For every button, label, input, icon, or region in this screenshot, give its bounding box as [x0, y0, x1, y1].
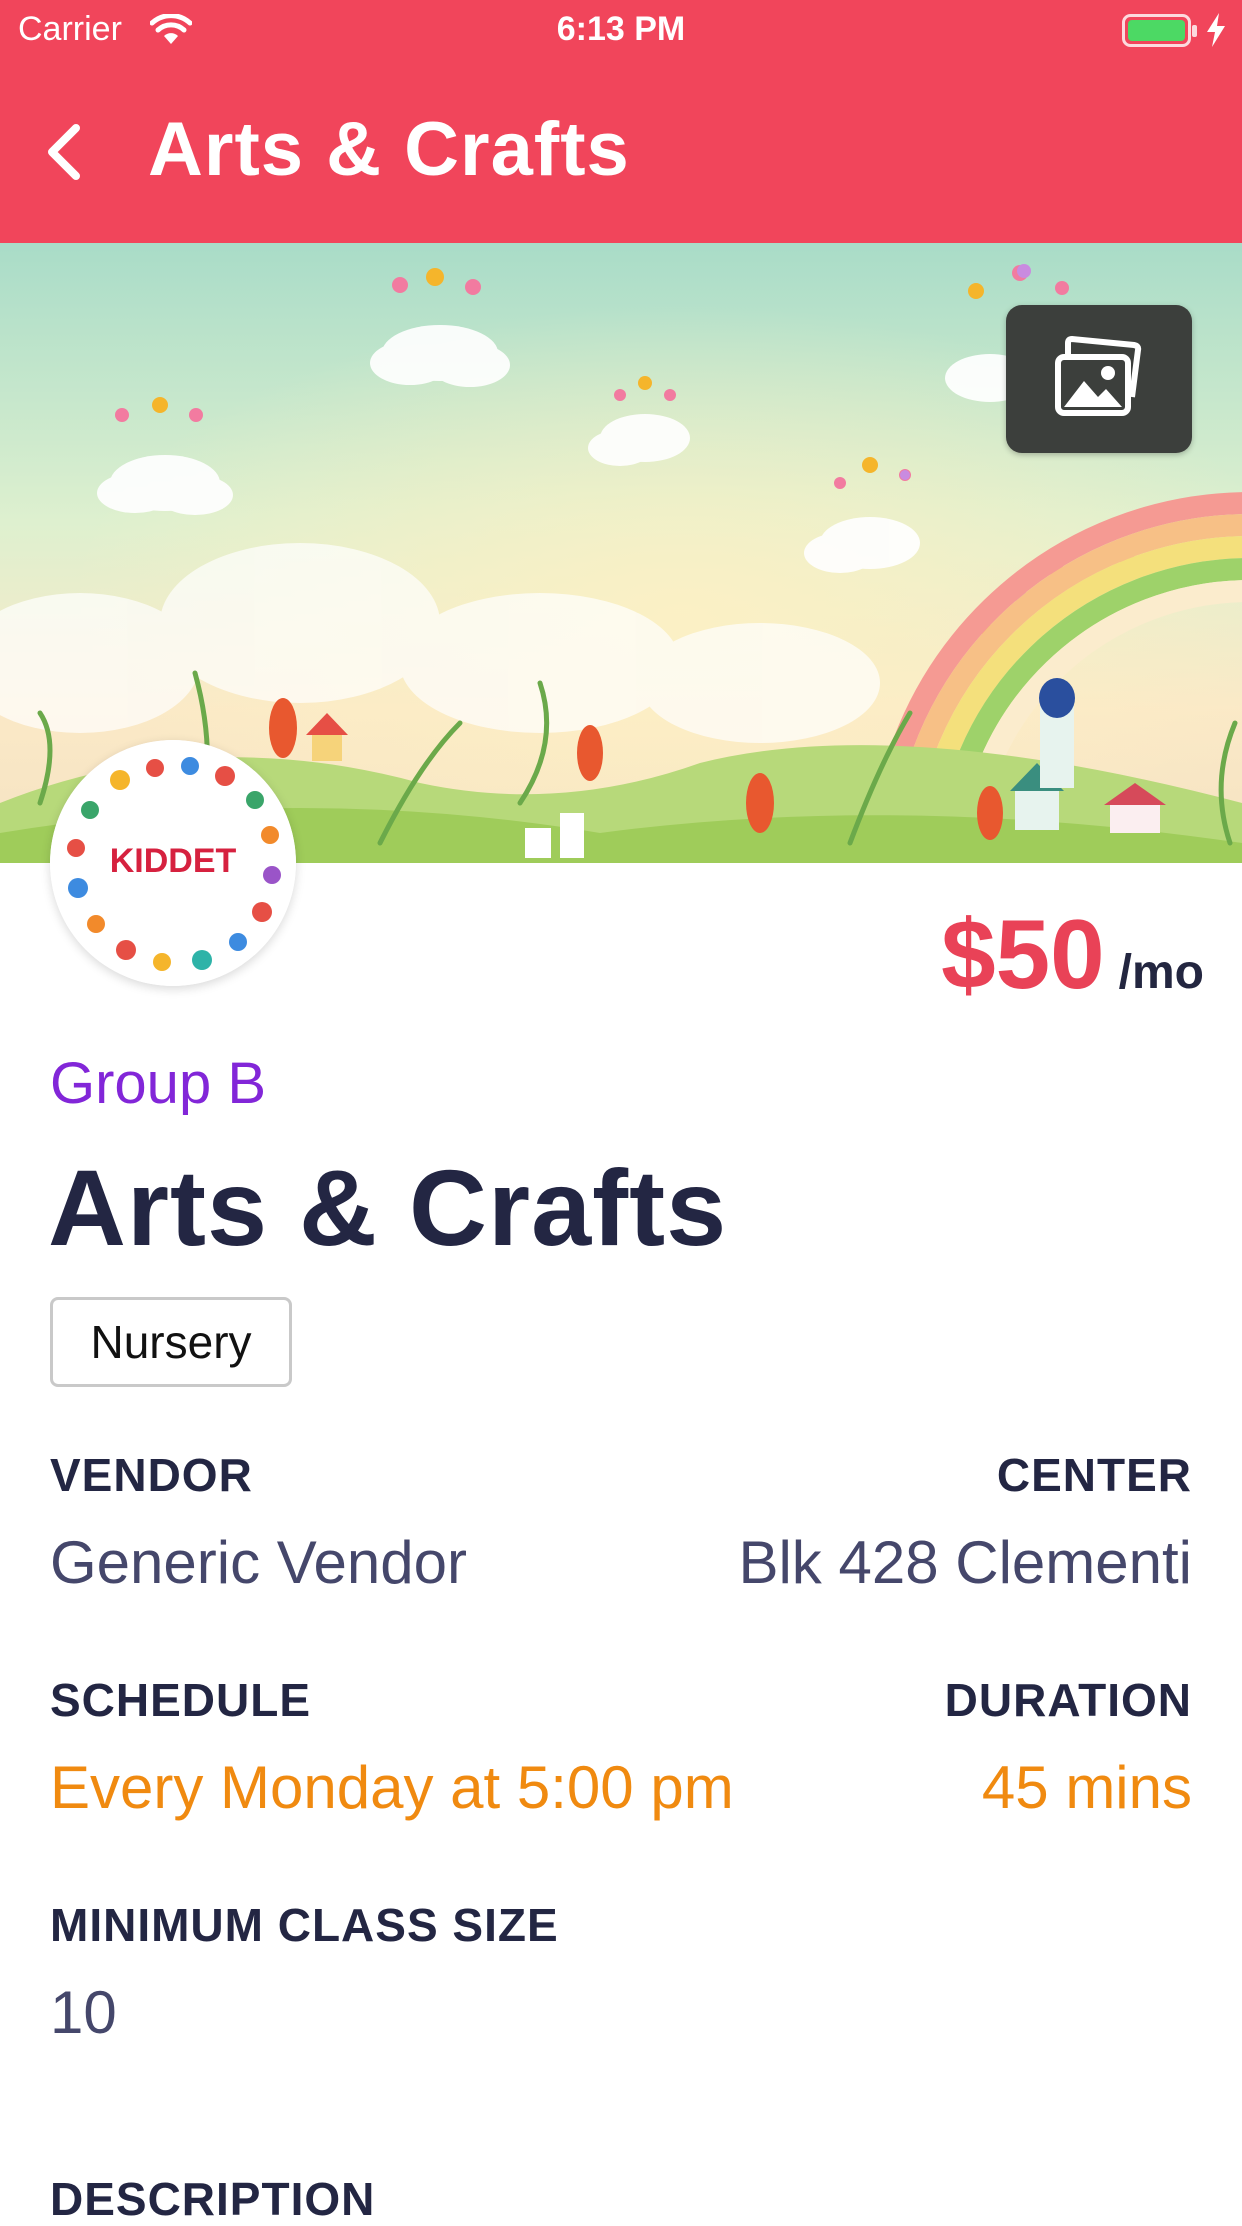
charging-icon: [1205, 12, 1227, 53]
logo-text: KIDDET: [110, 842, 237, 880]
battery-icon: [1122, 14, 1198, 53]
schedule-value: Every Monday at 5:00 pm: [50, 1754, 734, 1821]
description-label: DESCRIPTION: [50, 2173, 376, 2225]
schedule-label: SCHEDULE: [50, 1674, 312, 1726]
vendor-value: Generic Vendor: [50, 1529, 467, 1596]
gallery-button[interactable]: [1006, 305, 1192, 453]
price: $50 /mo: [941, 898, 1204, 1009]
back-button[interactable]: [44, 122, 94, 182]
status-time: 6:13 PM: [556, 10, 686, 48]
vendor-label: VENDOR: [50, 1449, 253, 1501]
min-class-size-label: MINIMUM CLASS SIZE: [50, 1899, 559, 1951]
navigation-bar: Arts & Crafts: [0, 60, 1242, 243]
price-unit: /mo: [1118, 946, 1204, 999]
group-label: Group B: [50, 1051, 266, 1116]
center-value: Blk 428 Clementi: [738, 1529, 1192, 1596]
vendor-logo: KIDDET: [50, 740, 296, 986]
class-title: Arts & Crafts: [48, 1147, 728, 1268]
status-bar: Carrier 6:13 PM: [0, 0, 1242, 60]
duration-value: 45 mins: [981, 1754, 1192, 1821]
min-class-size-value: 10: [50, 1979, 117, 2046]
center-label: CENTER: [996, 1449, 1192, 1501]
level-tag: Nursery: [50, 1297, 292, 1387]
nav-title: Arts & Crafts: [148, 107, 630, 192]
duration-label: DURATION: [944, 1674, 1192, 1726]
chevron-left-icon: [48, 124, 80, 180]
price-amount: $50: [941, 899, 1105, 1009]
photo-gallery-icon: [1055, 335, 1142, 416]
